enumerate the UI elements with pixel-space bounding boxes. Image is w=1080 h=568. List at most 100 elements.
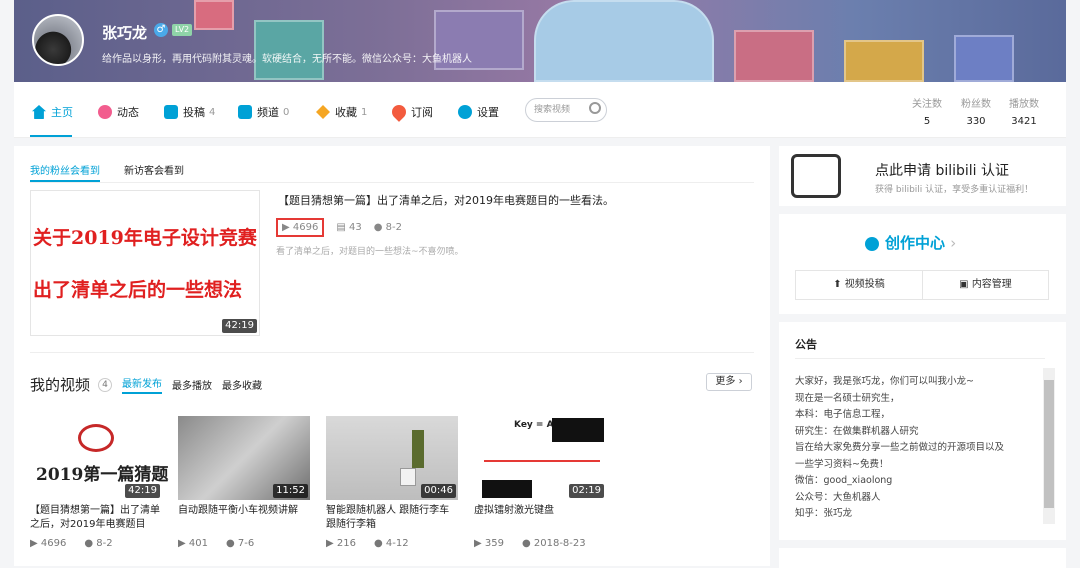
divider xyxy=(30,182,754,183)
gear-icon xyxy=(458,105,472,119)
creator-center-title: 创作中心 xyxy=(885,234,946,252)
thumb-text: 2019第一篇猜题 xyxy=(36,465,169,485)
upload-date: 7-6 xyxy=(237,538,255,549)
tab-home-label: 主页 xyxy=(51,106,73,119)
profile-navbar: 主页 动态 投稿 4 频道 0 收藏 1 订阅 设置 搜索视频 关注数 5 粉丝… xyxy=(14,82,1066,138)
profile-banner xyxy=(14,0,1066,82)
featured-video-title[interactable]: 【题目猜想第一篇】出了清单之后，对2019年电赛题目的一些看法。 xyxy=(278,192,614,208)
video-duration: 00:46 xyxy=(421,484,456,498)
video-duration: 02:19 xyxy=(569,484,604,498)
notice-card: 公告 大家好，我是张巧龙，你们可以叫我小龙~ 现在是一名硕士研究生， 本科：电子… xyxy=(779,322,1066,540)
fans-stat[interactable]: 粉丝数 330 xyxy=(961,95,991,127)
video-card[interactable]: 11:52 自动跟随平衡小车视频讲解 ▶ 401 ● 7-6 xyxy=(178,416,312,549)
sort-most-played[interactable]: 最多播放 xyxy=(172,377,212,392)
notice-line: 公众号：大鱼机器人 xyxy=(795,491,881,503)
upload-label: 视频投稿 xyxy=(844,279,885,290)
uploads-count: 4 xyxy=(209,106,216,118)
notice-line: 研究生：在做集群机器人研究 xyxy=(795,425,919,437)
creator-center-link[interactable]: 创作中心 › xyxy=(865,232,956,253)
bulb-icon xyxy=(865,236,879,251)
play-count-highlight: ▶ 4696 xyxy=(276,218,325,237)
certification-card[interactable]: 点此申请 bilibili 认证 获得 bilibili 认证，享受多重认证福利… xyxy=(779,146,1066,206)
following-stat[interactable]: 关注数 5 xyxy=(912,95,942,127)
tab-uploads[interactable]: 投稿 4 xyxy=(164,103,215,121)
featured-video-meta: ▶ 4696 ▤ 43 ● 8-2 xyxy=(276,218,402,237)
tab-home[interactable]: 主页 xyxy=(32,103,73,121)
notice-title: 公告 xyxy=(795,338,817,351)
emblem-logo xyxy=(78,424,114,452)
tab-subscribe-label: 订阅 xyxy=(411,106,433,119)
heart-icon xyxy=(389,102,409,122)
sort-most-favorited[interactable]: 最多收藏 xyxy=(222,377,262,392)
tab-settings[interactable]: 设置 xyxy=(458,103,499,121)
tab-fans-view[interactable]: 我的粉丝会看到 xyxy=(30,162,100,182)
thumb-text-line2: 出了清单之后的一些想法 xyxy=(33,279,243,301)
gift-decoration xyxy=(194,0,234,30)
more-label: 更多 xyxy=(715,376,736,387)
video-title[interactable]: 虚拟镭射激光键盘 xyxy=(474,504,608,534)
featured-video-thumbnail[interactable]: 关于2019年电子设计竞赛 出了清单之后的一些想法 42:19 xyxy=(30,190,260,336)
notice-line: 一些学习资料~免费！ xyxy=(795,458,889,470)
notice-body: 大家好，我是张巧龙，你们可以叫我小龙~ 现在是一名硕士研究生， 本科：电子信息工… xyxy=(795,374,1035,523)
upload-date: 2018-8-23 xyxy=(533,538,586,549)
my-videos-header: 我的视频 4 最新发布 最多播放 最多收藏 xyxy=(30,374,262,395)
play-count: 4696 xyxy=(292,222,319,233)
divider xyxy=(30,352,754,353)
tab-dynamic[interactable]: 动态 xyxy=(98,103,139,121)
content-manage-button[interactable]: ▣ 内容管理 xyxy=(922,270,1049,300)
gift-decoration xyxy=(844,40,924,82)
video-title[interactable]: 【题目猜想第一篇】出了清单之后，对2019年电赛题目 xyxy=(30,504,164,534)
video-title[interactable]: 智能跟随机器人 跟随行李车 跟随行李箱 xyxy=(326,504,460,534)
video-thumbnail: 2019第一篇猜题 42:19 xyxy=(30,416,168,500)
video-card[interactable]: Key = A 02:19 虚拟镭射激光键盘 ▶ 359 ● 2018-8-23 xyxy=(474,416,608,549)
following-label: 关注数 xyxy=(912,99,942,110)
video-upload-button[interactable]: ⬆ 视频投稿 xyxy=(795,270,923,300)
video-duration: 11:52 xyxy=(273,484,308,498)
following-count: 5 xyxy=(923,116,931,127)
video-count-badge: 4 xyxy=(98,377,113,392)
play-count: 401 xyxy=(188,538,208,549)
video-duration: 42:19 xyxy=(125,484,160,498)
notice-line: 知乎：张巧龙 xyxy=(795,508,853,519)
video-meta: ▶ 359 ● 2018-8-23 xyxy=(474,538,586,549)
gift-decoration xyxy=(954,35,1014,82)
comment-count: 43 xyxy=(348,222,362,233)
notice-line: 旨在给大家免费分享一些之前做过的开源项目以及 xyxy=(795,442,1005,453)
tab-favorites[interactable]: 收藏 1 xyxy=(316,103,367,121)
tab-visitor-view[interactable]: 新访客会看到 xyxy=(124,162,184,182)
scrollbar-thumb[interactable] xyxy=(1044,380,1054,508)
person-figure xyxy=(412,430,424,468)
notice-line: 微信：good_xiaolong xyxy=(795,475,893,486)
gift-decoration xyxy=(734,30,814,82)
video-duration: 42:19 xyxy=(222,319,257,333)
video-thumbnail: Key = A 02:19 xyxy=(474,416,606,500)
username: 张巧龙 xyxy=(102,24,148,42)
thumb-text: Key = A xyxy=(514,420,554,430)
favorites-count: 1 xyxy=(361,106,368,118)
chevron-right-icon: › xyxy=(950,234,957,252)
more-videos-button[interactable]: 更多 › xyxy=(706,373,752,391)
thumb-text-line1: 关于2019年电子设计竞赛 xyxy=(33,227,257,249)
tab-channels[interactable]: 频道 0 xyxy=(238,103,289,121)
play-count: 216 xyxy=(336,538,356,549)
notice-scrollbar[interactable] xyxy=(1043,368,1055,524)
avatar[interactable] xyxy=(32,14,84,66)
keyboard-image xyxy=(552,418,604,442)
gender-male-icon: ♂ xyxy=(154,23,168,37)
dynamic-icon xyxy=(98,105,112,119)
video-thumbnail: 00:46 xyxy=(326,416,458,500)
search-button[interactable] xyxy=(525,98,607,122)
notice-line: 大家好，我是张巧龙，你们可以叫我小龙~ xyxy=(795,376,974,387)
video-card[interactable]: 00:46 智能跟随机器人 跟随行李车 跟随行李箱 ▶ 216 ● 4-12 xyxy=(326,416,460,549)
cert-title: 点此申请 bilibili 认证 xyxy=(875,163,1010,179)
tab-subscribe[interactable]: 订阅 xyxy=(389,102,433,122)
sort-newest[interactable]: 最新发布 xyxy=(122,375,163,394)
tab-dynamic-label: 动态 xyxy=(117,106,139,119)
upload-icon xyxy=(164,105,178,119)
video-meta: ▶ 216 ● 4-12 xyxy=(326,538,409,549)
channel-icon xyxy=(238,105,252,119)
video-card[interactable]: 2019第一篇猜题 42:19 【题目猜想第一篇】出了清单之后，对2019年电赛… xyxy=(30,416,168,549)
plays-label: 播放数 xyxy=(1009,99,1039,110)
video-title[interactable]: 自动跟随平衡小车视频讲解 xyxy=(178,504,312,534)
cert-subtitle: 获得 bilibili 认证，享受多重认证福利！ xyxy=(875,185,1034,195)
